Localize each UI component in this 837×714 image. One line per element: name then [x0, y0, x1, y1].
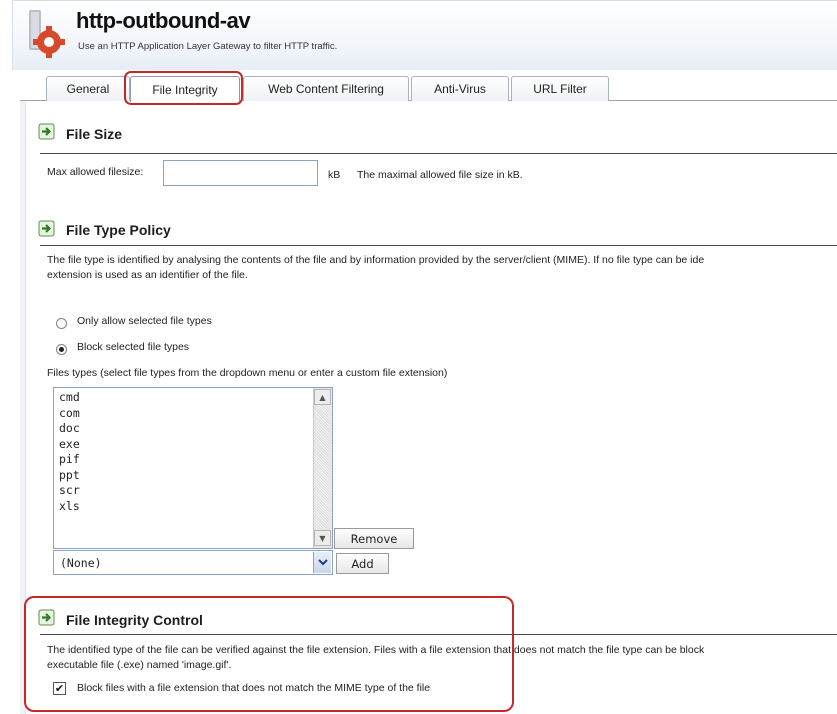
add-button[interactable]: Add [336, 553, 389, 574]
listbox-scrollbar[interactable] [313, 388, 332, 548]
files-types-label: Files types (select file types from the … [47, 367, 448, 379]
tab-url-filter[interactable]: URL Filter [511, 76, 609, 101]
remove-button[interactable]: Remove [334, 528, 414, 549]
list-item[interactable]: scr [59, 483, 80, 499]
file-type-policy-title: File Type Policy [66, 222, 171, 238]
filesize-unit: kB [328, 169, 341, 181]
radio-block-selected[interactable] [56, 344, 67, 355]
page-title: http-outbound-av [76, 8, 251, 33]
file-type-policy-description: The file type is identified by analysing… [47, 254, 705, 266]
dropdown-value: (None) [60, 556, 102, 570]
filesize-help: The maximal allowed file size in kB. [357, 169, 523, 181]
file-type-dropdown[interactable]: (None) [53, 550, 333, 575]
scroll-down-icon[interactable]: ▼ [314, 530, 331, 546]
tab-highlight-outline [124, 71, 243, 105]
max-filesize-input[interactable] [163, 160, 318, 186]
section-divider [40, 153, 837, 154]
list-item[interactable]: xls [59, 499, 80, 515]
radio-block-selected-label: Block selected file types [77, 341, 190, 353]
alg-gear-icon [29, 10, 65, 58]
section-arrow-icon [38, 123, 55, 140]
page-subtitle: Use an HTTP Application Layer Gateway to… [78, 41, 338, 52]
file-types-listbox[interactable]: cmd com doc exe pif ppt scr xls [53, 387, 333, 549]
file-size-title: File Size [66, 126, 123, 142]
section-arrow-icon [38, 220, 55, 237]
list-item[interactable]: cmd [59, 390, 80, 406]
list-item[interactable]: exe [59, 437, 80, 453]
tab-web-content-filtering[interactable]: Web Content Filtering [243, 76, 409, 101]
chevron-down-icon[interactable] [313, 552, 331, 573]
tab-anti-virus[interactable]: Anti-Virus [411, 76, 509, 101]
section-divider [40, 245, 837, 246]
list-item[interactable]: pif [59, 452, 80, 468]
max-filesize-label: Max allowed filesize: [47, 166, 144, 178]
radio-only-allow-label: Only allow selected file types [77, 315, 212, 327]
file-type-policy-description-2: extension is used as an identifier of th… [47, 269, 248, 281]
tab-general[interactable]: General [46, 76, 130, 101]
list-item[interactable]: com [59, 406, 80, 422]
radio-only-allow[interactable] [56, 318, 67, 329]
scroll-up-icon[interactable]: ▲ [314, 389, 331, 405]
list-item[interactable]: ppt [59, 468, 80, 484]
list-item[interactable]: doc [59, 421, 80, 437]
section-highlight-outline [24, 596, 514, 712]
